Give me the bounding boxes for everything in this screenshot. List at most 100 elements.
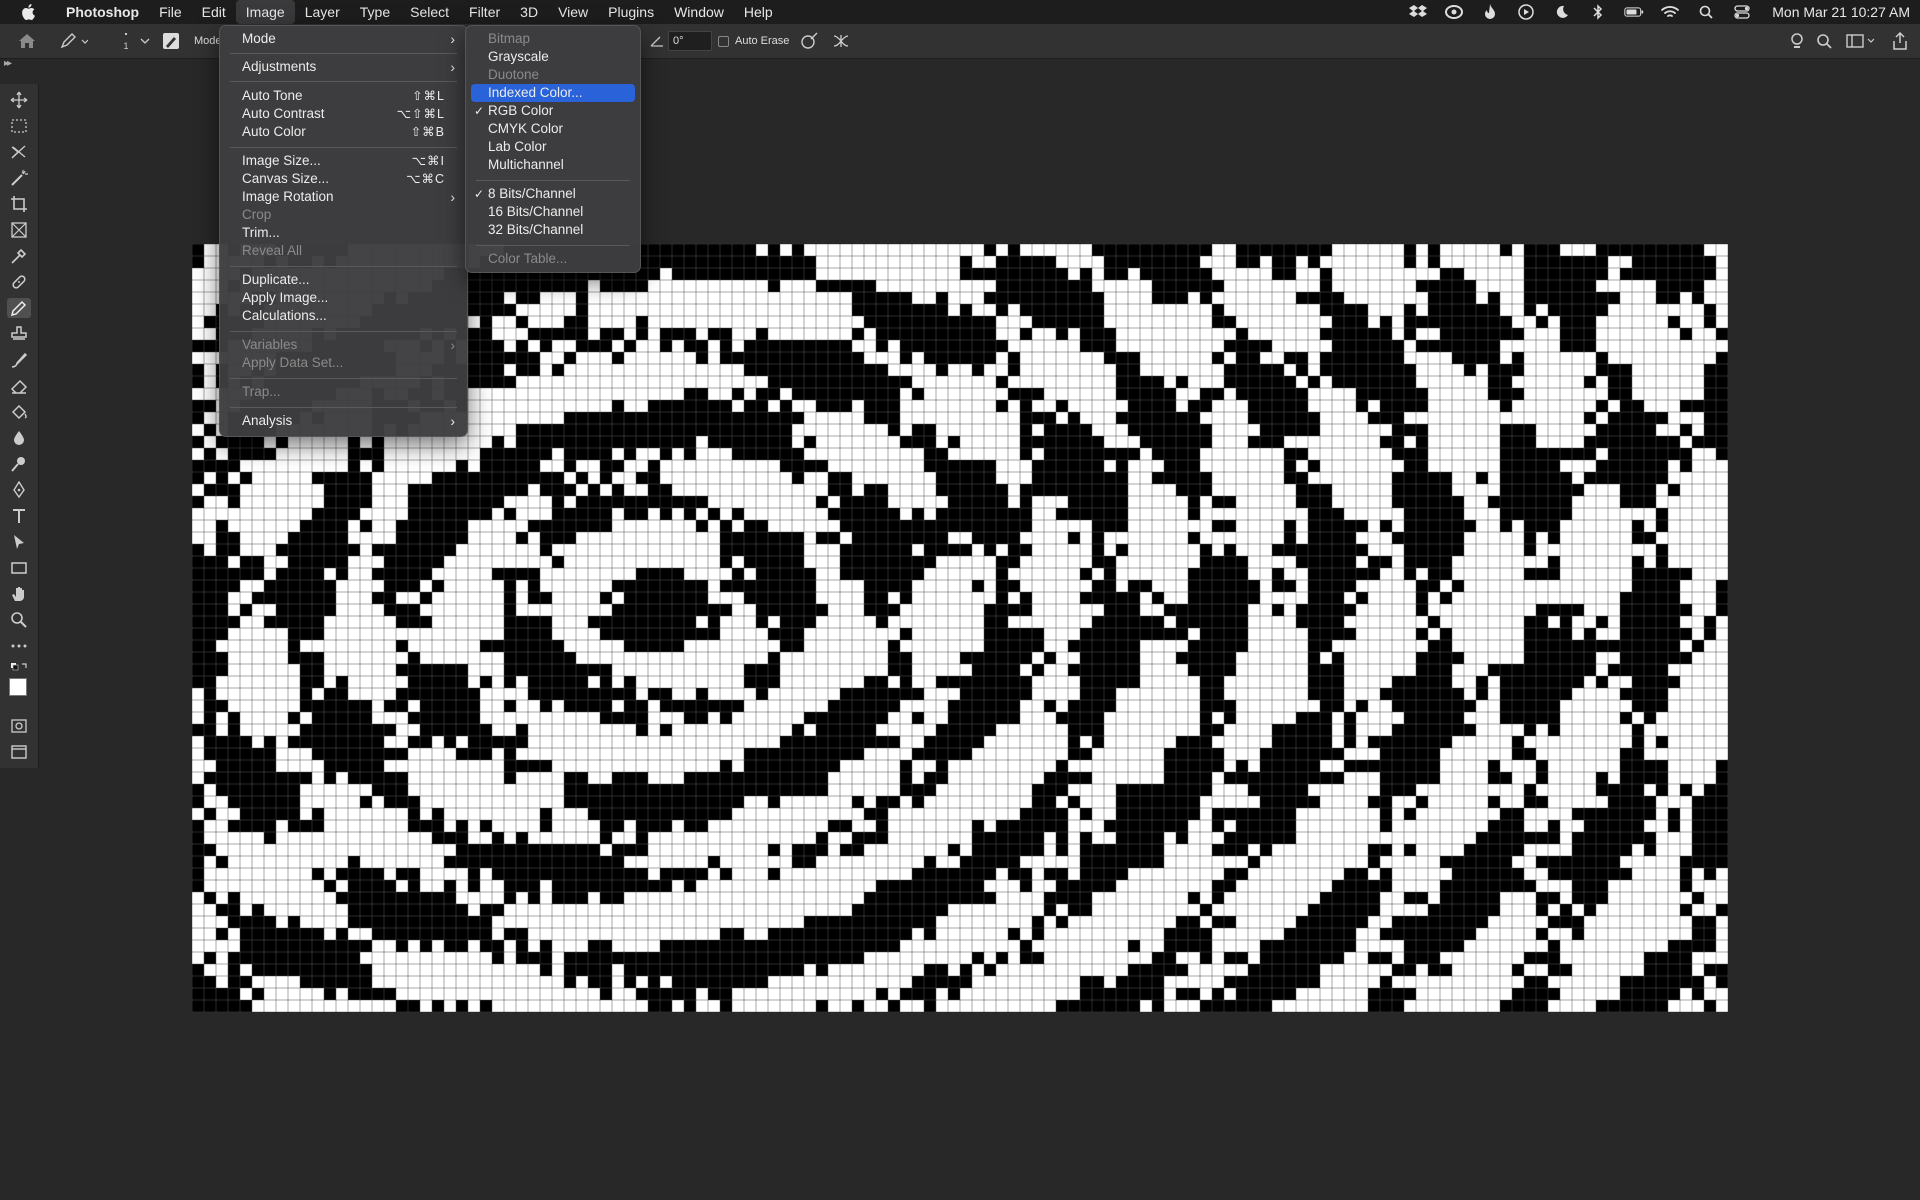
menu-item-rgb-color[interactable]: ✓ RGB Color bbox=[466, 102, 640, 120]
control-center-icon[interactable] bbox=[1732, 4, 1752, 20]
spotlight-search-icon[interactable] bbox=[1696, 4, 1716, 20]
auto-erase-checkbox[interactable]: Auto Erase bbox=[718, 31, 789, 51]
move-tool-icon[interactable] bbox=[9, 90, 29, 110]
menu-window[interactable]: Window bbox=[664, 0, 734, 24]
menu-item-trim[interactable]: Trim... bbox=[220, 224, 467, 242]
menu-item-duotone: Duotone bbox=[488, 67, 540, 82]
dropbox-icon[interactable] bbox=[1408, 4, 1428, 20]
symmetry-icon[interactable] bbox=[832, 31, 850, 51]
chevron-right-icon: › bbox=[450, 413, 455, 429]
brush-size-picker[interactable]: 1 bbox=[116, 31, 136, 51]
menu-item-analysis[interactable]: Analysis › bbox=[220, 412, 467, 430]
menu-item-apply-data-set: Apply Data Set... bbox=[242, 355, 344, 370]
pencil-tool-icon[interactable] bbox=[7, 298, 31, 318]
checkbox-icon[interactable] bbox=[718, 35, 729, 47]
panel-collapse-icon[interactable]: ▸▸ bbox=[4, 58, 12, 69]
tools-panel bbox=[0, 84, 39, 768]
menu-item-adjustments[interactable]: Adjustments › bbox=[220, 58, 467, 76]
type-tool-icon[interactable] bbox=[9, 506, 29, 526]
menu-select[interactable]: Select bbox=[400, 0, 459, 24]
menu-bar: Photoshop File Edit Image Layer Type Sel… bbox=[0, 0, 1920, 24]
path-selection-tool-icon[interactable] bbox=[9, 532, 29, 552]
menu-item-duplicate[interactable]: Duplicate... bbox=[220, 271, 467, 289]
menu-item-32-bits[interactable]: 32 Bits/Channel bbox=[466, 221, 640, 239]
menu-file[interactable]: File bbox=[149, 0, 192, 24]
search-icon[interactable] bbox=[1816, 31, 1832, 51]
menu-item-lab-color[interactable]: Lab Color bbox=[466, 138, 640, 156]
menu-item-cmyk-color[interactable]: CMYK Color bbox=[466, 120, 640, 138]
menu-item-apply-image[interactable]: Apply Image... bbox=[220, 289, 467, 307]
swap-colors-icon[interactable] bbox=[9, 660, 29, 676]
menu-view[interactable]: View bbox=[548, 0, 598, 24]
battery-icon[interactable] bbox=[1624, 4, 1644, 20]
dodge-tool-icon[interactable] bbox=[9, 454, 29, 474]
menu-item-auto-contrast[interactable]: Auto Contrast ⌥⇧⌘L bbox=[220, 105, 467, 123]
menu-item-auto-tone[interactable]: Auto Tone ⇧⌘L bbox=[220, 87, 467, 105]
eraser-tool-icon[interactable] bbox=[9, 376, 29, 396]
more-tools-icon[interactable] bbox=[9, 636, 29, 656]
menu-item-trap: Trap... bbox=[242, 384, 281, 399]
menu-edit[interactable]: Edit bbox=[192, 0, 236, 24]
menu-item-mode[interactable]: Mode › bbox=[220, 30, 467, 48]
screen-mode-icon[interactable] bbox=[9, 742, 29, 762]
rectangle-tool-icon[interactable] bbox=[9, 558, 29, 578]
crop-tool-icon[interactable] bbox=[9, 194, 29, 214]
menu-photoshop[interactable]: Photoshop bbox=[56, 0, 149, 24]
apple-icon[interactable] bbox=[0, 4, 56, 20]
lasso-tool-icon[interactable] bbox=[9, 142, 29, 162]
checkmark-icon: ✓ bbox=[474, 104, 485, 118]
menu-item-grayscale[interactable]: Grayscale bbox=[466, 48, 640, 66]
color-swatches[interactable] bbox=[9, 678, 33, 708]
menu-item-8-bits[interactable]: ✓ 8 Bits/Channel bbox=[466, 185, 640, 203]
eyedropper-tool-icon[interactable] bbox=[9, 246, 29, 266]
menu-item-auto-color[interactable]: Auto Color ⇧⌘B bbox=[220, 123, 467, 141]
quick-mask-icon[interactable] bbox=[9, 716, 29, 736]
pencil-preset-icon[interactable] bbox=[60, 31, 88, 51]
wifi-icon[interactable] bbox=[1660, 4, 1680, 20]
marquee-tool-icon[interactable] bbox=[9, 116, 29, 136]
auto-erase-label: Auto Erase bbox=[735, 35, 790, 47]
pressure-size-icon[interactable] bbox=[800, 31, 818, 51]
brush-size-value: 1 bbox=[123, 41, 129, 51]
share-icon[interactable] bbox=[1892, 31, 1908, 51]
creative-cloud-icon[interactable] bbox=[1444, 4, 1464, 20]
foreground-color[interactable] bbox=[9, 678, 27, 696]
menu-filter[interactable]: Filter bbox=[459, 0, 510, 24]
history-brush-tool-icon[interactable] bbox=[9, 350, 29, 370]
play-icon[interactable] bbox=[1516, 4, 1536, 20]
pen-tool-icon[interactable] bbox=[9, 480, 29, 500]
learn-icon[interactable] bbox=[1788, 31, 1806, 51]
chevron-down-icon[interactable] bbox=[140, 31, 150, 51]
zoom-tool-icon[interactable] bbox=[9, 610, 29, 630]
brush-panel-icon[interactable] bbox=[162, 31, 180, 51]
moon-icon[interactable] bbox=[1552, 4, 1572, 20]
menu-item-crop: Crop bbox=[242, 207, 272, 222]
menu-item-indexed-color[interactable]: Indexed Color... bbox=[471, 84, 635, 102]
menu-image[interactable]: Image bbox=[235, 0, 295, 24]
menu-help[interactable]: Help bbox=[734, 0, 783, 24]
bluetooth-icon[interactable] bbox=[1588, 4, 1608, 20]
menu-item-image-size[interactable]: Image Size... ⌥⌘I bbox=[220, 152, 467, 170]
clock[interactable]: Mon Mar 21 10:27 AM bbox=[1772, 4, 1910, 20]
menu-type[interactable]: Type bbox=[350, 0, 400, 24]
clone-stamp-tool-icon[interactable] bbox=[9, 324, 29, 344]
angle-field[interactable]: 0° bbox=[668, 31, 712, 51]
menu-3d[interactable]: 3D bbox=[510, 0, 548, 24]
blur-tool-icon[interactable] bbox=[9, 428, 29, 448]
magic-wand-tool-icon[interactable] bbox=[9, 168, 29, 188]
menu-layer[interactable]: Layer bbox=[295, 0, 350, 24]
paint-bucket-tool-icon[interactable] bbox=[9, 402, 29, 422]
home-icon[interactable] bbox=[18, 31, 36, 51]
flame-icon[interactable] bbox=[1480, 4, 1500, 20]
workspace-icon[interactable] bbox=[1846, 31, 1876, 51]
menu-item-image-rotation[interactable]: Image Rotation › bbox=[220, 188, 467, 206]
status-area: Mon Mar 21 10:27 AM bbox=[1408, 0, 1910, 24]
menu-item-calculations[interactable]: Calculations... bbox=[220, 307, 467, 325]
hand-tool-icon[interactable] bbox=[9, 584, 29, 604]
menu-plugins[interactable]: Plugins bbox=[598, 0, 664, 24]
menu-item-16-bits[interactable]: 16 Bits/Channel bbox=[466, 203, 640, 221]
healing-brush-tool-icon[interactable] bbox=[9, 272, 29, 292]
menu-item-multichannel[interactable]: Multichannel bbox=[466, 156, 640, 174]
frame-tool-icon[interactable] bbox=[9, 220, 29, 240]
menu-item-canvas-size[interactable]: Canvas Size... ⌥⌘C bbox=[220, 170, 467, 188]
